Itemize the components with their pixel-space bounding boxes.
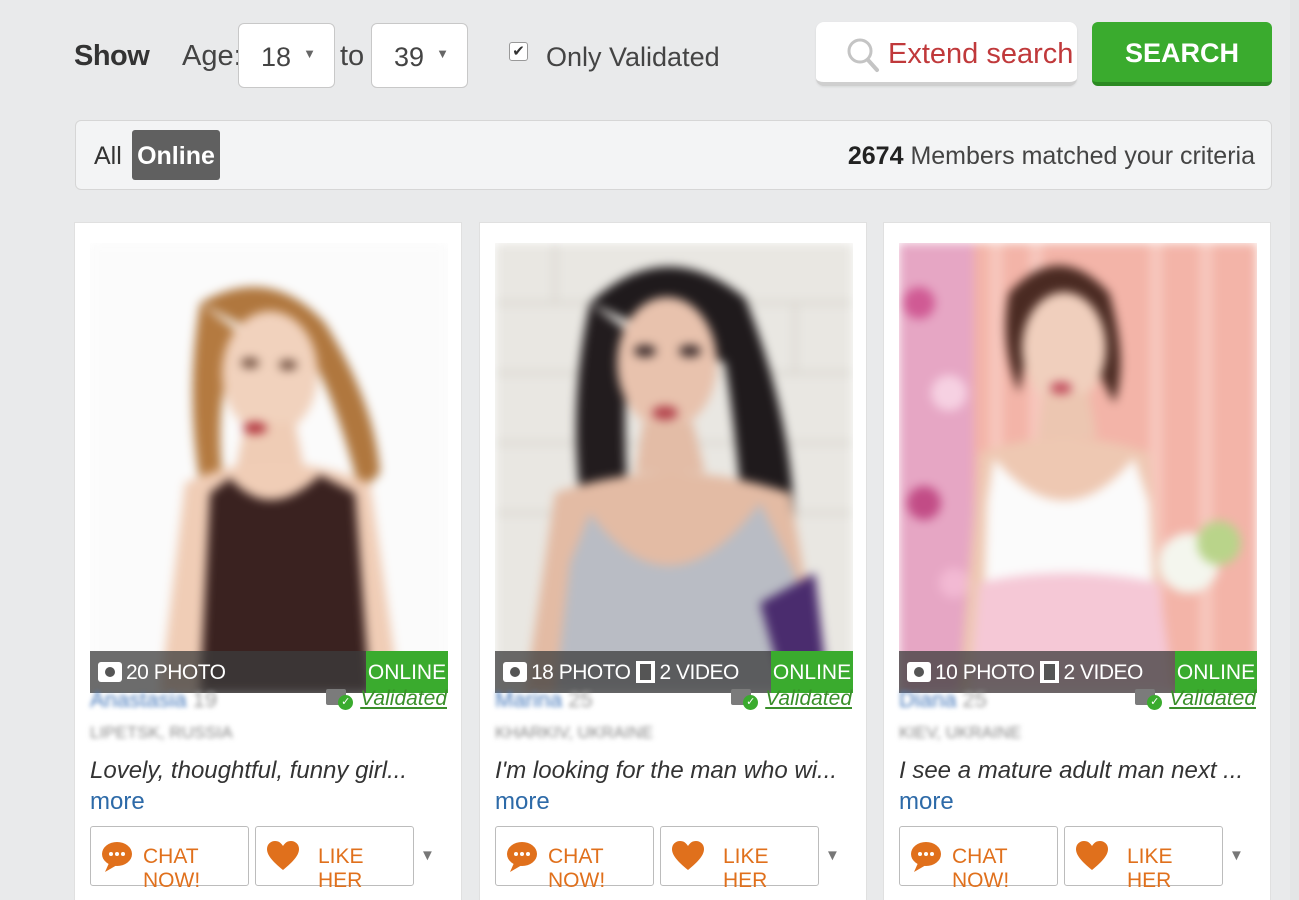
profile-photo-image — [899, 243, 1257, 693]
validated-badge[interactable]: ✓ Validated — [731, 687, 852, 711]
tab-online[interactable]: Online — [132, 130, 220, 180]
validated-id-icon: ✓ — [326, 687, 354, 710]
age-label: Age: — [182, 40, 242, 72]
like-her-label: LIKE HER — [318, 845, 364, 892]
results-bar: All Online 2674 Members matched your cri… — [75, 120, 1272, 190]
validated-id-icon: ✓ — [731, 687, 759, 710]
profile-photo[interactable]: 20 PHOTO ONLINE — [90, 243, 448, 693]
description-text: I'm looking for the man who wi... — [495, 757, 838, 784]
search-button[interactable]: SEARCH — [1092, 22, 1272, 86]
profile-age: 25 — [568, 687, 593, 712]
camera-icon — [98, 662, 122, 682]
validated-link[interactable]: Validated — [765, 687, 852, 710]
profile-age: 25 — [962, 687, 987, 712]
chat-now-button[interactable]: CHAT NOW! — [495, 826, 654, 892]
media-counts: 20 PHOTO — [98, 661, 226, 685]
profile-description: Lovely, thoughtful, funny girl... more — [90, 755, 450, 817]
profile-name-text: Marina — [495, 687, 563, 712]
more-link[interactable]: more — [495, 788, 550, 815]
heart-icon — [267, 841, 299, 870]
camera-icon — [503, 662, 527, 682]
video-count[interactable]: 2 VIDEO — [659, 661, 739, 684]
age-to-value: 39 — [394, 42, 425, 72]
to-label: to — [340, 40, 365, 72]
validated-badge[interactable]: ✓ Validated — [1135, 687, 1256, 711]
description-text: Lovely, thoughtful, funny girl... — [90, 757, 408, 784]
only-validated-checkbox[interactable]: ✔ — [509, 42, 528, 61]
chat-bubble-icon — [507, 842, 537, 872]
age-to-select[interactable]: 39 ▼ — [371, 23, 468, 88]
chat-bubble-icon — [911, 842, 941, 872]
like-her-button[interactable]: LIKE HER — [255, 826, 414, 892]
photo-count[interactable]: 18 PHOTO — [531, 661, 631, 684]
like-her-label: LIKE HER — [723, 845, 769, 892]
profile-age: 19 — [192, 687, 218, 712]
chevron-down-icon: ▼ — [436, 46, 449, 61]
like-her-button[interactable]: LIKE HER — [1064, 826, 1223, 892]
show-label: Show — [74, 40, 150, 72]
chevron-down-icon[interactable]: ▼ — [420, 847, 435, 864]
profile-photo[interactable]: 10 PHOTO 2 VIDEO ONLINE — [899, 243, 1257, 693]
description-text: I see a mature adult man next ... — [899, 757, 1244, 784]
video-count[interactable]: 2 VIDEO — [1063, 661, 1143, 684]
match-count: 2674 — [847, 142, 904, 170]
photo-count[interactable]: 20 PHOTO — [126, 661, 226, 684]
chevron-down-icon[interactable]: ▼ — [825, 847, 840, 864]
profile-name[interactable]: Marina 25 — [495, 687, 593, 713]
chat-now-label: CHAT NOW! — [548, 845, 606, 892]
like-her-label: LIKE HER — [1127, 845, 1173, 892]
profile-location: KIEV, UKRAINE — [899, 723, 1022, 742]
chat-now-label: CHAT NOW! — [952, 845, 1010, 892]
match-count-text: 2674 Members matched your criteria — [848, 142, 1255, 171]
media-counts: 18 PHOTO 2 VIDEO — [503, 661, 739, 685]
media-counts: 10 PHOTO 2 VIDEO — [907, 661, 1143, 685]
profile-photo[interactable]: 18 PHOTO 2 VIDEO ONLINE — [495, 243, 853, 693]
profile-name-text: Anastasia — [90, 687, 187, 712]
more-link[interactable]: more — [899, 788, 954, 815]
age-from-select[interactable]: 18 ▼ — [238, 23, 335, 88]
profile-photo-image — [495, 243, 853, 693]
heart-icon — [672, 841, 704, 870]
profile-location: LIPETSK, RUSSIA — [90, 723, 233, 742]
extend-search-button[interactable]: Extend search — [816, 22, 1077, 86]
validated-link[interactable]: Validated — [360, 687, 447, 710]
profile-description: I see a mature adult man next ... more — [899, 755, 1259, 817]
profile-card: 18 PHOTO 2 VIDEO ONLINE Marina 25 KHARKIV,… — [479, 222, 867, 900]
validated-id-icon: ✓ — [1135, 687, 1163, 710]
validated-link[interactable]: Validated — [1169, 687, 1256, 710]
chevron-down-icon[interactable]: ▼ — [1229, 847, 1244, 864]
page-edge — [1290, 0, 1299, 900]
match-label: Members matched your criteria — [910, 142, 1255, 170]
like-her-button[interactable]: LIKE HER — [660, 826, 819, 892]
more-link[interactable]: more — [90, 788, 145, 815]
profile-name-text: Diana — [899, 687, 957, 712]
chat-now-button[interactable]: CHAT NOW! — [899, 826, 1058, 892]
age-from-value: 18 — [261, 42, 292, 72]
only-validated-label[interactable]: Only Validated — [546, 42, 720, 73]
chat-now-button[interactable]: CHAT NOW! — [90, 826, 249, 892]
validated-badge[interactable]: ✓ Validated — [326, 687, 447, 711]
chat-bubble-icon — [102, 842, 132, 872]
profile-name[interactable]: Diana 25 — [899, 687, 987, 713]
filter-bar: Show Age: 18 ▼ to 39 ▼ ✔ Only Validated … — [0, 0, 1299, 110]
photo-count[interactable]: 10 PHOTO — [935, 661, 1035, 684]
profile-card: 20 PHOTO ONLINE Anastasia 19 LIPETSK, RUS… — [74, 222, 462, 900]
chevron-down-icon: ▼ — [303, 46, 316, 61]
heart-icon — [1076, 841, 1108, 870]
profile-card: 10 PHOTO 2 VIDEO ONLINE Diana 25 KIEV, UKR… — [883, 222, 1271, 900]
search-icon — [847, 38, 879, 72]
chat-now-label: CHAT NOW! — [143, 845, 201, 892]
film-icon — [1040, 661, 1060, 683]
profile-name[interactable]: Anastasia 19 — [90, 687, 217, 713]
extend-search-label: Extend search — [888, 38, 1074, 70]
camera-icon — [907, 662, 931, 682]
tab-all[interactable]: All — [94, 142, 122, 171]
profile-location: KHARKIV, UKRAINE — [495, 723, 654, 742]
film-icon — [636, 661, 656, 683]
profile-description: I'm looking for the man who wi... more — [495, 755, 855, 817]
profile-photo-image — [90, 243, 448, 693]
